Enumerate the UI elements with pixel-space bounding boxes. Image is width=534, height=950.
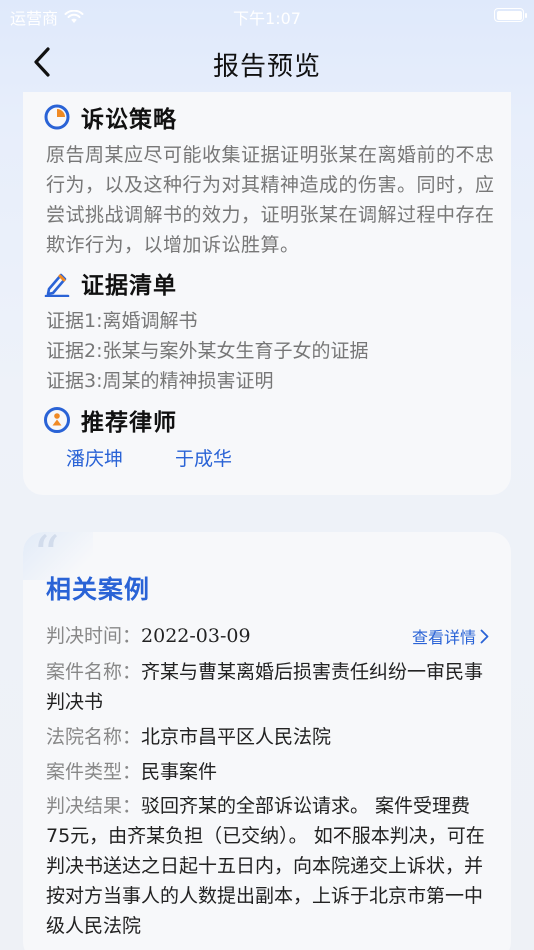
type-value: 民事案件 [141,761,218,783]
cases-title: 相关案例 [46,575,151,604]
chevron-right-icon [480,629,489,643]
lawyer-list: 潘庆坤 于成华 [66,444,232,471]
lawyer-icon [43,406,71,434]
strategy-text: 原告周某应尽可能收集证据证明张某在离婚前的不忠行为，以及这种行为对其精神造成的伤… [46,144,495,256]
evidence-title: 证据清单 [81,273,177,299]
lawyers-title: 推荐律师 [81,410,177,436]
case-type-row: 案件类型：民事案件 [46,757,491,787]
battery-icon [494,8,527,22]
view-details-link[interactable]: 查看详情 [412,624,489,648]
status-time: 下午1:07 [233,9,301,28]
court-label: 法院名称： [46,726,142,748]
pencil-icon [43,269,71,297]
evidence-header: 证据清单 [43,266,177,300]
type-label: 案件类型： [46,761,142,783]
name-label: 案件名称： [46,661,142,683]
report-card: 诉讼策略 原告周某应尽可能收集证据证明张某在离婚前的不忠行为，以及这种行为对其精… [23,92,511,495]
evidence-item: 证据2:张某与案外某女生育子女的证据 [46,340,369,362]
lawyers-header: 推荐律师 [43,403,177,437]
view-details-label: 查看详情 [411,628,476,647]
strategy-title: 诉讼策略 [81,107,177,133]
case-court-row: 法院名称：北京市昌平区人民法院 [46,722,491,752]
evidence-item: 证据3:周某的精神损害证明 [46,370,274,392]
evidence-list: 证据1:离婚调解书 证据2:张某与案外某女生育子女的证据 证据3:周某的精神损害… [46,306,496,396]
case-result-row: 判决结果：驳回齐某的全部诉讼请求。 案件受理费75元，由齐某负担（已交纳）。 如… [46,791,491,941]
nav-bar: 报告预览 [0,32,534,92]
pie-chart-icon [43,103,71,131]
strategy-header: 诉讼策略 [43,100,177,134]
date-label: 判决时间： [46,625,142,647]
date-value: 2022-03-09 [141,625,251,647]
result-label: 判决结果： [46,795,142,817]
status-bar: 运营商 下午1:07 [0,0,534,32]
evidence-item: 证据1:离婚调解书 [46,310,198,332]
lawyer-link[interactable]: 潘庆坤 [66,444,123,471]
related-cases-card: “ 相关案例 判决时间：2022-03-09 查看详情 案件名称：齐某与曹某离婚… [23,532,511,950]
page-title: 报告预览 [212,52,321,82]
lawyer-link[interactable]: 于成华 [175,444,232,471]
case-name-row: 案件名称：齐某与曹某离婚后损害责任纠纷一审民事判决书 [46,657,491,717]
court-value: 北京市昌平区人民法院 [141,726,332,748]
